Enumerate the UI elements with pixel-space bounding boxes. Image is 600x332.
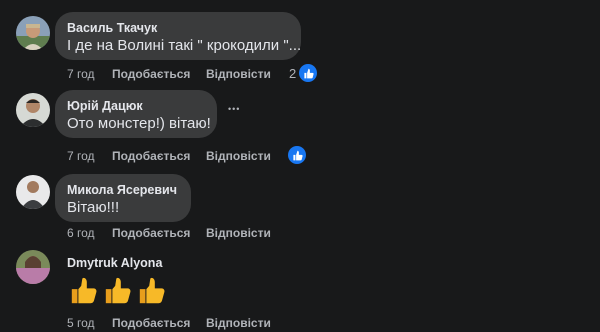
comment-actions: 7 год Подобається Відповісти <box>67 67 307 83</box>
comment-bubble: Микола Ясеревич Вітаю!!! <box>55 174 191 222</box>
reaction-summary[interactable] <box>288 146 306 164</box>
comment-bubble: Юрій Дацюк Ото монстер!) вітаю! <box>55 90 217 138</box>
thumbs-up-emoji <box>71 277 97 304</box>
comment-time[interactable]: 7 год <box>67 149 95 163</box>
comment-time[interactable]: 5 год <box>67 316 95 330</box>
more-options-icon[interactable]: ••• <box>228 104 240 114</box>
comment-text: Ото монстер!) вітаю! <box>67 115 211 132</box>
comment-emojis <box>69 276 167 306</box>
comment-author[interactable]: Юрій Дацюк <box>67 98 205 114</box>
avatar-photo <box>16 250 50 284</box>
comment-actions: 7 год Подобається Відповісти <box>67 149 307 165</box>
thumbs-up-icon <box>288 146 306 164</box>
like-button[interactable]: Подобається <box>112 316 190 330</box>
avatar-photo <box>16 175 50 209</box>
comment-author[interactable]: Dmytruk Alyona <box>67 255 162 271</box>
avatar[interactable] <box>16 93 50 127</box>
like-button[interactable]: Подобається <box>112 67 190 81</box>
thumbs-up-emoji <box>139 277 165 304</box>
comment: Василь Ткачук І де на Волині такі " крок… <box>0 0 600 86</box>
like-button[interactable]: Подобається <box>112 226 190 240</box>
avatar[interactable] <box>16 16 50 50</box>
comment-text: Вітаю!!! <box>67 199 120 216</box>
reaction-summary[interactable]: 2 <box>289 64 318 82</box>
comment-bubble: Василь Ткачук І де на Волині такі " крок… <box>55 12 301 60</box>
comment-author[interactable]: Микола Ясеревич <box>67 182 179 198</box>
comment-time[interactable]: 6 год <box>67 226 95 240</box>
reply-button[interactable]: Відповісти <box>206 226 271 240</box>
comment: Юрій Дацюк Ото монстер!) вітаю! ••• 7 го… <box>0 86 600 170</box>
thumbs-up-emoji <box>105 277 131 304</box>
comment-actions: 5 год Подобається Відповісти <box>67 316 307 332</box>
avatar[interactable] <box>16 250 50 284</box>
thumbs-up-icon <box>299 64 318 82</box>
like-button[interactable]: Подобається <box>112 149 190 163</box>
comment-time[interactable]: 7 год <box>67 67 95 81</box>
reaction-count: 2 <box>289 65 297 81</box>
reply-button[interactable]: Відповісти <box>206 149 271 163</box>
avatar[interactable] <box>16 175 50 209</box>
reply-button[interactable]: Відповісти <box>206 316 271 330</box>
avatar-photo <box>16 16 50 50</box>
avatar-photo <box>16 93 50 127</box>
reply-button[interactable]: Відповісти <box>206 67 271 81</box>
comment-actions: 6 год Подобається Відповісти <box>67 226 307 242</box>
comment-author[interactable]: Василь Ткачук <box>67 20 289 36</box>
comment: Микола Ясеревич Вітаю!!! 6 год Подобаєть… <box>0 170 600 246</box>
comment: Dmytruk Alyona 5 год Подобається Відпові… <box>0 246 600 330</box>
comment-text: І де на Волині такі " крокодили "... <box>67 37 302 54</box>
